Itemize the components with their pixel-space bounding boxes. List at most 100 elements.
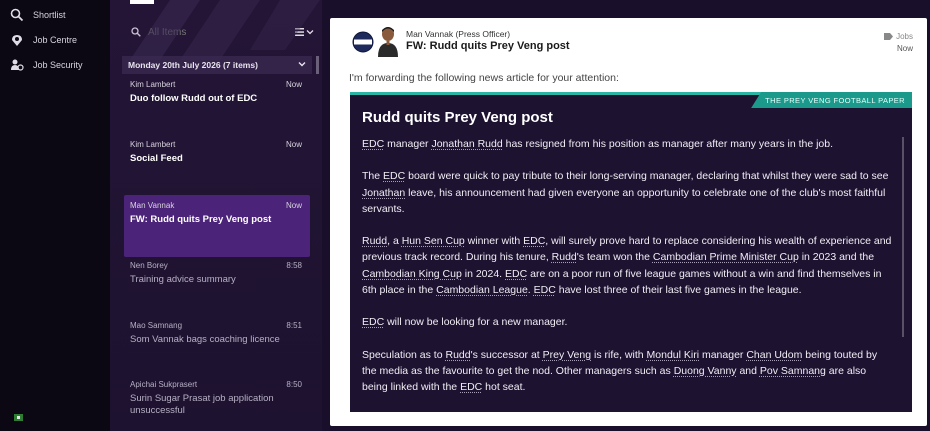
nav-item-job-centre[interactable]: Job Centre bbox=[0, 27, 110, 52]
article-paragraph: Speculation as to Rudd's successor at Pr… bbox=[362, 347, 892, 396]
article-text: leave, his announcement had given everyo… bbox=[362, 186, 886, 215]
search-icon bbox=[131, 27, 141, 37]
message-time: 8:58 bbox=[286, 261, 302, 270]
category-tag: Jobs bbox=[884, 32, 913, 41]
entity-link[interactable]: Pov Samnang bbox=[760, 365, 826, 377]
message-time: Now bbox=[285, 80, 302, 89]
nav-item-job-security[interactable]: Job Security bbox=[0, 52, 110, 77]
inbox-group-header[interactable]: Monday 20th July 2026 (7 items) bbox=[122, 56, 312, 74]
entity-link[interactable]: Duong Vanny bbox=[674, 365, 737, 377]
article-scrollbar[interactable] bbox=[902, 137, 904, 337]
message-sender: Apichai Sukprasert bbox=[130, 380, 198, 389]
article-paragraph: Rudd, a Hun Sen Cup winner with EDC, wil… bbox=[362, 233, 892, 298]
entity-link[interactable]: EDC bbox=[383, 170, 405, 182]
job-security-icon bbox=[11, 59, 24, 71]
article-paragraph: EDC manager Jonathan Rudd has resigned f… bbox=[362, 136, 892, 152]
article-text: manager bbox=[699, 348, 747, 361]
entity-link[interactable]: Chan Udom bbox=[746, 349, 802, 361]
message-subject: Social Feed bbox=[130, 153, 183, 164]
article-text: has resigned from his position as manage… bbox=[502, 138, 834, 150]
article-paragraph: EDC will now be looking for a new manage… bbox=[362, 314, 892, 330]
entity-link[interactable]: EDC bbox=[362, 316, 384, 328]
list-options-icon[interactable] bbox=[295, 27, 315, 37]
article-text: manager bbox=[384, 138, 432, 150]
article-text: and bbox=[736, 364, 760, 377]
left-nav: Shortlist Job Centre Job Security bbox=[0, 0, 110, 431]
avatar bbox=[378, 27, 398, 57]
newspaper-name: THE PREY VENG FOOTBALL PAPER bbox=[751, 92, 912, 108]
message-header: Man Vannak (Press Officer) FW: Rudd quit… bbox=[330, 18, 927, 62]
article-body: EDC manager Jonathan Rudd has resigned f… bbox=[362, 136, 892, 395]
entity-link[interactable]: Rudd bbox=[362, 235, 387, 247]
article-text: is rife, with bbox=[591, 348, 647, 361]
nav-item-shortlist[interactable]: Shortlist bbox=[0, 2, 110, 27]
message-from: Man Vannak (Press Officer) bbox=[406, 29, 511, 39]
entity-link[interactable]: Cambodian Prime Minister Cup bbox=[653, 251, 799, 263]
entity-link[interactable]: Prey Veng bbox=[543, 349, 591, 361]
entity-link[interactable]: EDC bbox=[523, 235, 545, 247]
message-subject: Duo follow Rudd out of EDC bbox=[130, 93, 258, 104]
message-time: 8:50 bbox=[286, 380, 302, 389]
entity-link[interactable]: Hun Sen Cup bbox=[402, 235, 465, 247]
message-subject-title: FW: Rudd quits Prey Veng post bbox=[406, 40, 570, 52]
article-text: will now be looking for a new manager. bbox=[384, 316, 568, 329]
entity-link[interactable]: Rudd bbox=[552, 251, 577, 263]
article-text: have lost three of their last five games… bbox=[555, 283, 802, 296]
group-header-label: Monday 20th July 2026 (7 items) bbox=[128, 60, 258, 70]
message-detail: Man Vannak (Press Officer) FW: Rudd quit… bbox=[330, 18, 927, 426]
message-item[interactable]: Apichai Sukprasert 8:50 Surin Sugar Pras… bbox=[124, 374, 310, 430]
article-text: winner with bbox=[464, 235, 524, 248]
inbox-scrollbar[interactable] bbox=[316, 56, 319, 74]
entity-link[interactable]: EDC bbox=[534, 284, 556, 296]
article-headline: Rudd quits Prey Veng post bbox=[362, 109, 553, 126]
club-badge-icon bbox=[352, 31, 374, 53]
nav-item-label: Shortlist bbox=[33, 9, 66, 20]
search-input[interactable] bbox=[146, 25, 280, 39]
entity-link[interactable]: EDC bbox=[362, 138, 384, 150]
message-sender: Kim Lambert bbox=[130, 140, 176, 149]
entity-link[interactable]: Cambodian League bbox=[436, 284, 528, 296]
message-item[interactable]: Kim Lambert Now Social Feed bbox=[124, 134, 310, 192]
article-text: hot seat. bbox=[482, 380, 526, 393]
entity-link[interactable]: Cambodian King Cup bbox=[362, 268, 462, 280]
message-sender: Nen Borey bbox=[130, 261, 168, 270]
article-text: in 2024. bbox=[461, 267, 506, 280]
entity-link[interactable]: EDC bbox=[460, 381, 482, 393]
message-item[interactable]: Mao Samnang 8:51 Som Vannak bags coachin… bbox=[124, 315, 310, 373]
flag-icon[interactable] bbox=[14, 414, 23, 421]
message-subject: Som Vannak bags coaching licence bbox=[130, 334, 280, 345]
entity-link[interactable]: Jonathan bbox=[362, 187, 405, 199]
message-sender: Man Vannak bbox=[130, 201, 175, 210]
entity-link[interactable]: Mondul Kiri bbox=[647, 349, 700, 361]
message-subject: FW: Rudd quits Prey Veng post bbox=[130, 214, 272, 225]
message-item[interactable]: Nen Borey 8:58 Training advice summary bbox=[124, 255, 310, 313]
article-paragraph: The EDC board were quick to pay tribute … bbox=[362, 168, 892, 217]
message-item-selected[interactable]: Man Vannak Now FW: Rudd quits Prey Veng … bbox=[124, 195, 310, 257]
article-text: board were quick to pay tribute to their… bbox=[405, 170, 889, 183]
job-centre-icon bbox=[12, 34, 22, 46]
message-time: Now bbox=[896, 44, 913, 53]
entity-link[interactable]: Jonathan Rudd bbox=[431, 138, 502, 150]
article-text: Speculation as to bbox=[362, 348, 446, 361]
message-item[interactable]: Kim Lambert Now Duo follow Rudd out of E… bbox=[124, 74, 310, 132]
article-text: in 2023 and the bbox=[798, 251, 875, 264]
message-subject: Training advice summary bbox=[130, 274, 236, 285]
message-time: 8:51 bbox=[286, 321, 302, 330]
article-text: The bbox=[362, 170, 384, 183]
category-label: Jobs bbox=[896, 32, 913, 41]
message-time: Now bbox=[285, 140, 302, 149]
nav-item-label: Job Security bbox=[33, 59, 83, 70]
nav-item-label: Job Centre bbox=[33, 34, 78, 45]
news-article: THE PREY VENG FOOTBALL PAPER Rudd quits … bbox=[350, 92, 912, 412]
forward-note: I'm forwarding the following news articl… bbox=[349, 72, 619, 84]
article-text: 's successor at bbox=[470, 348, 543, 361]
message-time: Now bbox=[285, 201, 302, 210]
message-subject: Surin Sugar Prasat job application unsuc… bbox=[130, 393, 274, 416]
inbox-search bbox=[110, 20, 322, 44]
article-text: , a bbox=[387, 235, 402, 248]
entity-link[interactable]: Rudd bbox=[445, 349, 470, 361]
article-text: 's team won the bbox=[576, 251, 653, 264]
entity-link[interactable]: EDC bbox=[505, 268, 527, 280]
tag-icon bbox=[884, 33, 894, 40]
search-icon bbox=[10, 8, 24, 21]
